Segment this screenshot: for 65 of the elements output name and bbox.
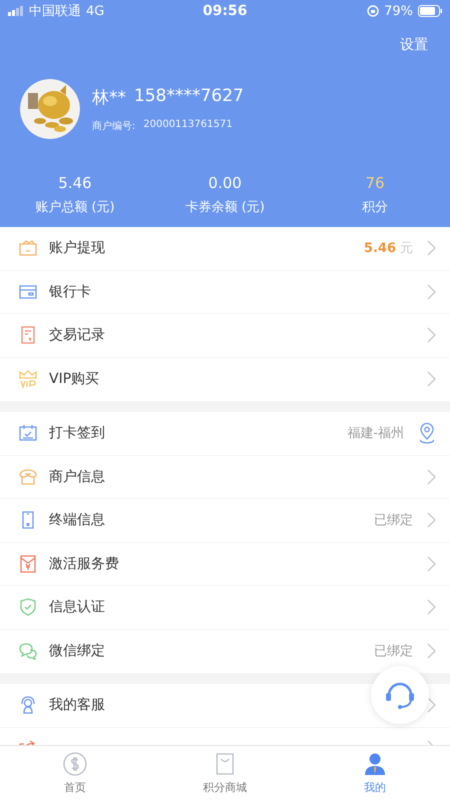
menu-value: 已绑定: [374, 512, 413, 530]
chevron-icon: [427, 284, 436, 300]
crown-icon: [18, 369, 38, 390]
shield-icon: [18, 597, 38, 618]
battery-percent: 79%: [384, 4, 413, 18]
network-type: 4G: [86, 4, 104, 18]
menu-row[interactable]: 交易记录: [0, 314, 450, 358]
rotation-lock-icon: [367, 5, 380, 17]
menu-label: 商户信息: [49, 468, 105, 486]
tab[interactable]: 我的: [300, 746, 450, 800]
chevron-icon: [427, 327, 436, 344]
menu-label: VIP购买: [49, 370, 100, 388]
menu-row[interactable]: 打卡签到 福建-福州: [0, 412, 450, 456]
menu-label: 信息认证: [49, 598, 105, 616]
chevron-icon: [427, 599, 436, 616]
menu-label: 微信绑定: [49, 642, 105, 660]
wallet-icon: [18, 238, 38, 258]
stat-value: 76: [365, 174, 385, 192]
stat-label: 卡券余额 (元): [185, 199, 265, 216]
chevron-icon: [427, 643, 436, 660]
user-name: 林**: [92, 86, 126, 108]
chevron-icon: [427, 468, 436, 485]
chevron-icon: [427, 556, 436, 572]
chevron-icon: [427, 240, 436, 256]
phone-number: 158****7627: [134, 86, 244, 108]
carrier: 中国联通: [29, 3, 81, 20]
menu-label: 激活服务费: [49, 554, 119, 573]
clock: 09:56: [202, 3, 248, 19]
merchant-label: 商户编号:: [92, 120, 136, 132]
menu-value: 已绑定: [374, 643, 413, 660]
menu-label: 账户提现: [49, 239, 105, 258]
chevron-icon: [427, 697, 436, 714]
tab[interactable]: 首页: [0, 746, 150, 800]
menu-row[interactable]: 商户信息: [0, 456, 450, 499]
battery-icon: [418, 5, 442, 17]
envelope-icon: [18, 554, 38, 574]
stat-value: 5.46: [58, 174, 92, 192]
merchant-number: 20000113761571: [143, 118, 232, 132]
menu-row[interactable]: 微信绑定 已绑定: [0, 630, 450, 673]
menu-row[interactable]: 激活服务费: [0, 542, 450, 586]
store-icon: [18, 466, 38, 487]
menu-row[interactable]: VIP购买: [0, 358, 450, 401]
menu-row[interactable]: 银行卡: [0, 270, 450, 314]
menu-label: 银行卡: [49, 282, 91, 301]
stat-value: 0.00: [208, 174, 242, 192]
menu-value: 福建-福州: [347, 425, 404, 442]
stat-label: 积分: [362, 199, 388, 216]
menu-label: 交易记录: [49, 326, 105, 344]
location-pin-icon[interactable]: [418, 422, 436, 444]
menu-label: 终端信息: [49, 511, 105, 530]
signal-icon: [8, 6, 24, 16]
tab[interactable]: 积分商城: [150, 746, 300, 800]
share-icon: [18, 740, 38, 745]
menu-value: 5.46: [364, 240, 396, 256]
chevron-icon: [427, 512, 436, 528]
chat-icon: [18, 641, 38, 662]
chevron-icon: [427, 371, 436, 388]
stat-label: 账户总额 (元): [35, 199, 115, 216]
calendar-icon: [18, 423, 38, 444]
dollar-coin-icon: [63, 752, 87, 776]
menu-row[interactable]: 终端信息 已绑定: [0, 499, 450, 542]
menu-label: 我的客服: [49, 696, 105, 714]
menu-label: 打卡签到: [49, 424, 105, 442]
person-icon: [363, 752, 387, 776]
menu-row[interactable]: 信息认证: [0, 586, 450, 630]
